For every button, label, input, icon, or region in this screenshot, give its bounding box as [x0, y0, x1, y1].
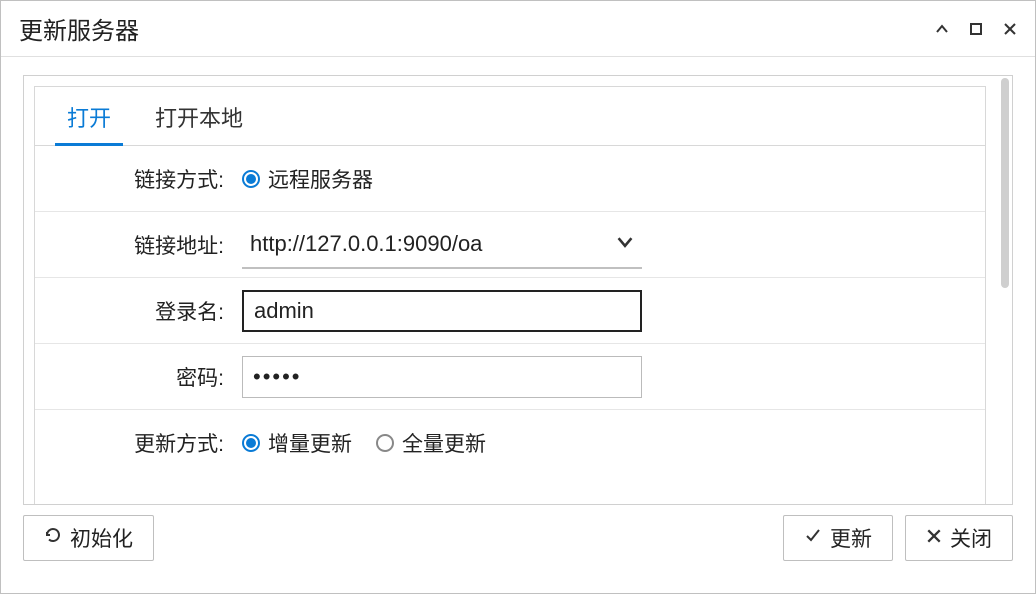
close-window-icon[interactable]	[1003, 22, 1017, 36]
vertical-scrollbar[interactable]	[1000, 78, 1010, 502]
label-update-type: 更新方式:	[35, 428, 230, 458]
row-update-type: 更新方式: 增量更新 全量更新	[35, 410, 985, 476]
button-bar: 初始化 更新 关闭	[23, 505, 1013, 575]
connect-addr-text: http://127.0.0.1:9090/oa	[250, 231, 616, 257]
label-password: 密码:	[35, 362, 230, 392]
initialize-button[interactable]: 初始化	[23, 515, 154, 561]
tab-open[interactable]: 打开	[45, 87, 133, 145]
window-controls	[935, 22, 1017, 36]
radio-unchecked-icon	[376, 434, 394, 452]
dialog-body: 打开 打开本地 链接方式: 远程服务器 链接地	[23, 75, 1013, 575]
label-connect-type: 链接方式:	[35, 164, 230, 194]
radio-full-label: 全量更新	[402, 428, 486, 458]
label-connect-addr: 链接地址:	[35, 230, 230, 260]
form-panel: 打开 打开本地 链接方式: 远程服务器 链接地	[34, 86, 986, 504]
login-name-value: admin	[254, 298, 314, 324]
chevron-down-icon	[616, 231, 634, 257]
update-button[interactable]: 更新	[783, 515, 893, 561]
password-input[interactable]: •••••	[242, 356, 642, 398]
row-connect-addr: 链接地址: http://127.0.0.1:9090/oa	[35, 212, 985, 278]
tab-open-local[interactable]: 打开本地	[133, 87, 265, 145]
value-password: •••••	[230, 356, 985, 398]
window-title: 更新服务器	[19, 11, 935, 46]
content-frame: 打开 打开本地 链接方式: 远程服务器 链接地	[23, 75, 1013, 505]
radio-remote-server-label: 远程服务器	[268, 164, 373, 194]
update-server-dialog: 更新服务器 打开 打开本地	[0, 0, 1036, 594]
connect-addr-combo[interactable]: http://127.0.0.1:9090/oa	[242, 221, 642, 269]
radio-checked-icon	[242, 434, 260, 452]
tab-bar: 打开 打开本地	[35, 87, 985, 146]
row-login-name: 登录名: admin	[35, 278, 985, 344]
form: 链接方式: 远程服务器 链接地址: http://127.0.0	[35, 146, 985, 504]
collapse-icon[interactable]	[935, 22, 949, 36]
titlebar: 更新服务器	[1, 1, 1035, 57]
value-update-type: 增量更新 全量更新	[230, 428, 985, 458]
radio-full[interactable]: 全量更新	[376, 428, 486, 458]
label-login-name: 登录名:	[35, 296, 230, 326]
scroll-thumb[interactable]	[1001, 78, 1009, 288]
row-connect-type: 链接方式: 远程服务器	[35, 146, 985, 212]
close-button[interactable]: 关闭	[905, 515, 1013, 561]
refresh-icon	[44, 526, 62, 550]
update-label: 更新	[830, 523, 872, 553]
value-connect-addr: http://127.0.0.1:9090/oa	[230, 221, 985, 269]
check-icon	[804, 526, 822, 550]
login-name-input[interactable]: admin	[242, 290, 642, 332]
value-login-name: admin	[230, 290, 985, 332]
radio-incremental[interactable]: 增量更新	[242, 428, 352, 458]
close-label: 关闭	[950, 523, 992, 553]
password-value: •••••	[253, 364, 302, 390]
value-connect-type: 远程服务器	[230, 164, 985, 194]
close-icon	[926, 526, 942, 550]
radio-checked-icon	[242, 170, 260, 188]
radio-incremental-label: 增量更新	[268, 428, 352, 458]
row-password: 密码: •••••	[35, 344, 985, 410]
initialize-label: 初始化	[70, 523, 133, 553]
maximize-icon[interactable]	[969, 22, 983, 36]
radio-remote-server[interactable]: 远程服务器	[242, 164, 373, 194]
